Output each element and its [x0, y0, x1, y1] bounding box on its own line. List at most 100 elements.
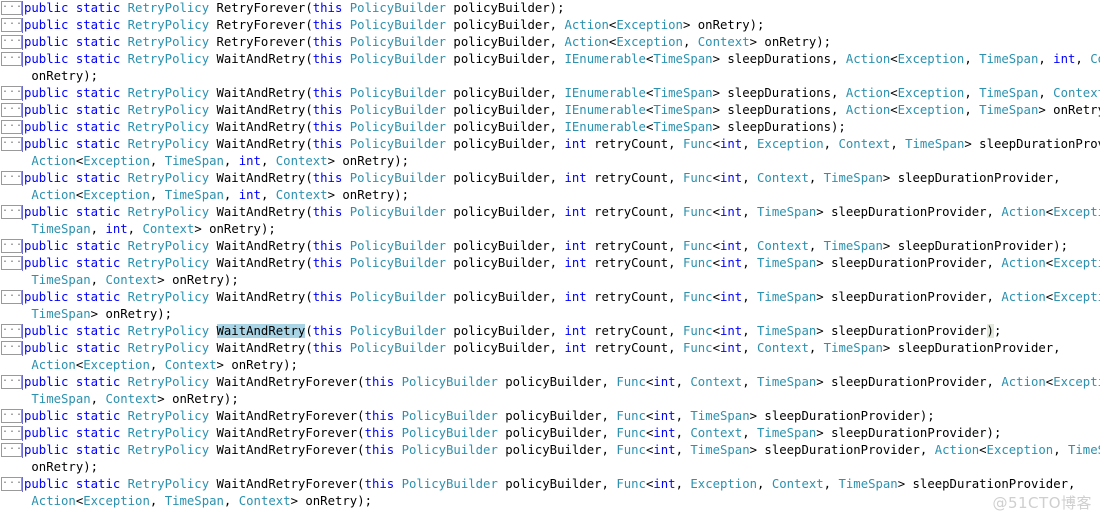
code-line[interactable]: TimeSpan, Context> onRetry);: [0, 272, 1100, 289]
type-token: Action: [31, 188, 76, 202]
code-line[interactable]: Action<Exception, Context> onRetry);: [0, 357, 1100, 374]
code-line[interactable]: ...public static RetryPolicy WaitAndRetr…: [0, 51, 1100, 68]
fold-region-box[interactable]: ...: [0, 289, 24, 306]
fold-region-box[interactable]: ...: [0, 238, 24, 255]
keyword-token: public: [24, 409, 69, 423]
gutter-empty: [0, 493, 24, 510]
code-token: policyBuilder,: [446, 86, 565, 100]
type-token: PolicyBuilder: [401, 426, 498, 440]
fold-region-box[interactable]: ...: [0, 425, 24, 442]
type-token: Context: [1090, 52, 1100, 66]
fold-region-box[interactable]: ...: [0, 51, 24, 68]
code-line[interactable]: ...public static RetryPolicy RetryForeve…: [0, 34, 1100, 51]
fold-region-box[interactable]: ...: [0, 119, 24, 136]
fold-region-box[interactable]: ...: [0, 17, 24, 34]
code-line[interactable]: ...public static RetryPolicy WaitAndRetr…: [0, 102, 1100, 119]
type-token: TimeSpan: [690, 409, 750, 423]
code-line[interactable]: ...public static RetryPolicy WaitAndRetr…: [0, 238, 1100, 255]
code-line[interactable]: ...public static RetryPolicy RetryForeve…: [0, 0, 1100, 17]
type-token: Context: [690, 426, 743, 440]
code-token: ,: [742, 426, 758, 440]
fold-region-box[interactable]: ...: [0, 102, 24, 119]
code-line[interactable]: ...public static RetryPolicy WaitAndRetr…: [0, 323, 1100, 340]
code-token: ,: [742, 375, 758, 389]
fold-region-box[interactable]: ...: [0, 323, 24, 340]
keyword-token: public: [24, 137, 69, 151]
fold-region-box[interactable]: ...: [0, 442, 24, 459]
code-line[interactable]: TimeSpan, int, Context> onRetry);: [0, 221, 1100, 238]
code-line[interactable]: TimeSpan, Context> onRetry);: [0, 391, 1100, 408]
type-token: Action: [564, 35, 609, 49]
fold-region-box[interactable]: ...: [0, 476, 24, 493]
code-token: ,: [149, 494, 165, 508]
code-token: policyBuilder,: [446, 18, 565, 32]
type-token: TimeSpan: [31, 392, 91, 406]
code-token: <: [712, 341, 720, 355]
code-token: > sleepDurationProvider: [816, 324, 987, 338]
code-line[interactable]: Action<Exception, TimeSpan, int, Context…: [0, 187, 1100, 204]
code-line[interactable]: onRetry);: [0, 459, 1100, 476]
code-line[interactable]: ...public static RetryPolicy WaitAndRetr…: [0, 289, 1100, 306]
type-token: Context: [105, 273, 158, 287]
fold-region-box[interactable]: ...: [0, 85, 24, 102]
type-token: Func: [616, 409, 646, 423]
code-token: RetryForever(: [209, 35, 313, 49]
code-line[interactable]: ...public static RetryPolicy WaitAndRetr…: [0, 476, 1100, 493]
fold-region-box[interactable]: ...: [0, 374, 24, 391]
fold-region-box[interactable]: ...: [0, 170, 24, 187]
code-line[interactable]: ...public static RetryPolicy WaitAndRetr…: [0, 442, 1100, 459]
fold-region-box[interactable]: ...: [0, 255, 24, 272]
code-line[interactable]: ...public static RetryPolicy WaitAndRetr…: [0, 204, 1100, 221]
code-line[interactable]: TimeSpan> onRetry);: [0, 306, 1100, 323]
code-token: ,: [742, 171, 758, 185]
fold-region-box[interactable]: ...: [0, 408, 24, 425]
keyword-token: int: [564, 256, 587, 270]
code-token: policyBuilder);: [446, 1, 565, 15]
gutter-empty: [0, 153, 24, 170]
type-token: PolicyBuilder: [349, 239, 447, 253]
keyword-token: this: [312, 171, 343, 185]
type-token: Context: [164, 358, 217, 372]
code-line[interactable]: ...public static RetryPolicy WaitAndRetr…: [0, 170, 1100, 187]
code-line[interactable]: ...public static RetryPolicy WaitAndRetr…: [0, 136, 1100, 153]
fold-region-box[interactable]: ...: [0, 204, 24, 221]
fold-region-box[interactable]: ...: [0, 0, 24, 17]
code-token: > sleepDurationProvider);: [749, 409, 935, 423]
code-line[interactable]: ...public static RetryPolicy WaitAndRetr…: [0, 374, 1100, 391]
code-line[interactable]: ...public static RetryPolicy WaitAndRetr…: [0, 340, 1100, 357]
keyword-token: public: [24, 86, 69, 100]
type-token: Context: [757, 239, 809, 253]
code-token: <: [712, 256, 720, 270]
type-token: TimeSpan: [653, 120, 713, 134]
code-token: ,: [964, 103, 980, 117]
fold-region-box[interactable]: ...: [0, 340, 24, 357]
code-token: ,: [149, 154, 165, 168]
code-token: > onRetry);: [749, 35, 832, 49]
code-line[interactable]: ...public static RetryPolicy WaitAndRetr…: [0, 408, 1100, 425]
code-line[interactable]: ...public static RetryPolicy WaitAndRetr…: [0, 85, 1100, 102]
keyword-token: this: [312, 35, 343, 49]
code-line[interactable]: ...public static RetryPolicy WaitAndRetr…: [0, 255, 1100, 272]
code-line[interactable]: onRetry);: [0, 68, 1100, 85]
code-line[interactable]: ...public static RetryPolicy WaitAndRetr…: [0, 119, 1100, 136]
keyword-token: int: [564, 341, 587, 355]
code-line[interactable]: Action<Exception, TimeSpan, Context> onR…: [0, 493, 1100, 510]
code-line[interactable]: Action<Exception, TimeSpan, int, Context…: [0, 153, 1100, 170]
code-line[interactable]: ...public static RetryPolicy WaitAndRetr…: [0, 425, 1100, 442]
code-editor-pane[interactable]: ...public static RetryPolicy RetryForeve…: [0, 0, 1100, 520]
code-lines-container[interactable]: ...public static RetryPolicy RetryForeve…: [0, 0, 1100, 510]
type-token: Exception: [83, 188, 150, 202]
fold-region-box[interactable]: ...: [0, 136, 24, 153]
code-line[interactable]: ...public static RetryPolicy RetryForeve…: [0, 17, 1100, 34]
keyword-token: int: [720, 137, 743, 151]
keyword-token: public: [24, 324, 69, 338]
code-token: <: [890, 86, 898, 100]
type-token: Exception: [1053, 256, 1100, 270]
type-token: RetryPolicy: [127, 290, 210, 304]
fold-region-box[interactable]: ...: [0, 34, 24, 51]
keyword-token: static: [75, 18, 121, 32]
